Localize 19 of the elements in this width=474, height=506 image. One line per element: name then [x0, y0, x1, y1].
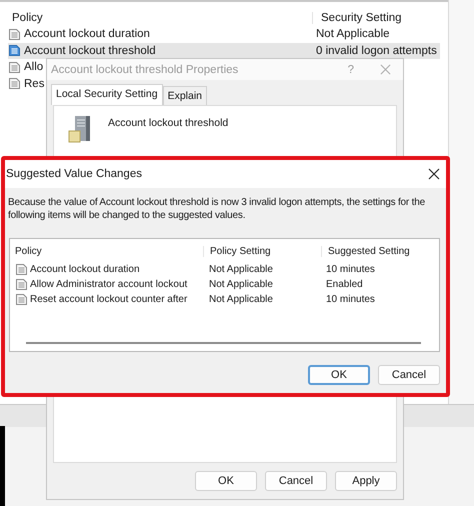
- policy-name: Allo: [23, 61, 44, 74]
- window-title: Suggested Value Changes: [6, 168, 143, 180]
- policy-name: Account lockout threshold: [108, 117, 228, 129]
- table-cell-text: 10 minutes: [325, 264, 375, 275]
- security-setting: 0 invalid logon attempts: [315, 44, 437, 57]
- table-cell-text: Not Applicable: [208, 279, 274, 290]
- policy-name: Account lockout duration: [23, 28, 150, 40]
- table-cell-text: Not Applicable: [208, 264, 274, 275]
- policy-name: Account lockout duration: [30, 264, 140, 275]
- security-setting: Not Applicable: [315, 28, 390, 40]
- table-cell-text: Enabled: [325, 279, 363, 290]
- policy-name: Allow Administrator account lockout: [30, 279, 188, 290]
- window-title: Account lockout threshold Properties: [51, 64, 240, 76]
- policy-name: Account lockout threshold: [23, 44, 156, 57]
- message-text: Because the value of Account lockout threshold is now 3 invalid logon attempts, the settings for the following items will be changed to the suggested values.: [8, 196, 426, 222]
- table-cell-text: 10 minutes: [325, 294, 375, 305]
- policy-name: Reset account lockout counter after: [30, 294, 188, 305]
- policy-name: Res: [23, 78, 44, 90]
- table-cell-text: Not Applicable: [208, 294, 274, 305]
